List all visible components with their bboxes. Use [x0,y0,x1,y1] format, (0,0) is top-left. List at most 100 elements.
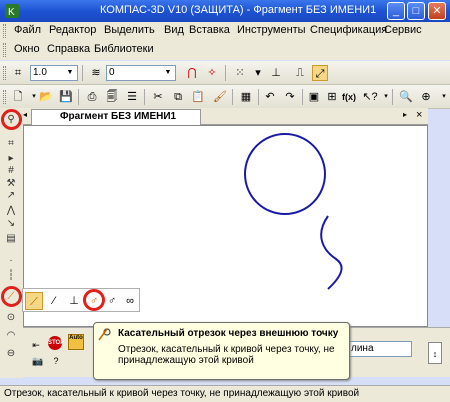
manager-icon[interactable]: ▦ [238,89,254,105]
menu-service[interactable]: Сервис [384,24,422,36]
current-state-toolbar: ⌗ 1.0 ▼ ≋ 0 ▼ ⋂ ✧ ⁙ ▾ ⊥ ⎍ ⤢ [0,61,450,85]
round-icon[interactable]: ⎍ [292,65,308,81]
aux-line-icon[interactable]: ┆ [3,268,19,284]
svg-text:K: K [8,7,15,18]
save-icon[interactable]: 💾 [58,89,74,105]
status-text: Отрезок, касательный к кривой через точк… [4,388,360,399]
step-icon[interactable]: ⌗ [10,65,26,81]
menu-view[interactable]: Вид [164,24,184,36]
preview-icon[interactable]: 🗐 [104,89,120,105]
grid-icon[interactable]: ⁙ [232,65,248,81]
separator [225,65,226,81]
menu-insert[interactable]: Вставка [189,24,230,36]
minimize-button[interactable]: _ [387,2,405,20]
snap-icon[interactable]: ✧ [204,65,220,81]
print-icon[interactable]: ⎙ [84,89,100,105]
chevron-down-icon[interactable]: ▼ [64,67,76,79]
variables-icon[interactable]: ▣ [306,89,322,105]
function-icon[interactable]: f(x) [341,89,357,105]
new-icon[interactable]: 🗋 [10,89,26,105]
tooltip-body: Отрезок, касательный к кривой через точк… [118,344,335,366]
tooltip-title: Касательный отрезок через внешнюю точку [118,328,339,339]
back-icon[interactable]: ⇤ [29,340,43,351]
chevron-down-icon[interactable]: ▼ [162,67,174,79]
zoom-in-icon[interactable]: ⊕ [418,89,434,105]
properties-icon[interactable]: ☰ [124,89,140,105]
arc-tool-icon[interactable]: ◠ [3,328,19,344]
copy-icon[interactable]: ⧉ [170,89,186,105]
circle-tool-icon[interactable]: ⊙ [3,310,19,326]
parallel-segment-icon[interactable]: ⁄ [45,292,63,310]
perpendicular-segment-icon[interactable]: ⊥ [65,292,83,310]
highlight-ring [83,289,105,311]
menu-grip-2[interactable] [3,43,6,57]
spec-icon[interactable]: ▤ [3,231,19,247]
library-icon[interactable]: ⊞ [324,89,340,105]
tab-fragment[interactable]: Фрагмент БЕЗ ИМЕНИ1 [31,109,201,125]
layer-combo[interactable]: 0 ▼ [106,65,176,81]
length-field[interactable]: лина [348,341,412,357]
tab-label: Фрагмент БЕЗ ИМЕНИ1 [60,111,177,122]
separator [144,89,145,105]
toolbar-grip[interactable] [3,90,6,104]
separator [302,89,303,105]
cut-icon[interactable]: ✂ [150,89,166,105]
bitangent-icon[interactable]: ∞ [121,292,139,310]
step-combo[interactable]: 1.0 ▼ [30,65,78,81]
redo-icon[interactable]: ↷ [282,89,298,105]
maximize-button[interactable]: □ [407,2,425,20]
chevron-down-icon[interactable]: ▾ [250,65,266,81]
highlight-ring [1,109,22,130]
toolbar-grip[interactable] [3,66,6,80]
menu-editor[interactable]: Редактор [49,24,96,36]
help-icon[interactable]: ? [49,356,63,366]
separator [258,89,259,105]
parametric-icon[interactable]: ⤢ [312,65,328,81]
menu-specification[interactable]: Спецификация [310,24,387,36]
stop-icon[interactable]: STOP [48,336,64,350]
separator [392,89,393,105]
zoom-icon[interactable]: 🔍 [398,89,414,105]
menu-tools[interactable]: Инструменты [237,24,306,36]
parametrize-icon[interactable]: ↗ [3,188,19,204]
line-subtoolbar: ⟋ ⁄ ⊥ ♂ ♂ ∞ [22,288,140,312]
paste-icon[interactable]: 📋 [190,89,206,105]
menu-libraries[interactable]: Библиотеки [94,43,154,55]
auto-icon[interactable]: Auto [68,334,84,350]
segment-icon[interactable]: ⟋ [25,292,43,310]
open-icon[interactable]: 📂 [38,89,54,105]
layer-icon[interactable]: ≋ [88,65,104,81]
app-icon[interactable]: K [4,3,20,19]
tangent-two-curves-icon[interactable]: ♂ [103,292,121,310]
separator [78,89,79,105]
menu-select[interactable]: Выделить [104,24,155,36]
menu-window[interactable]: Окно [14,43,40,55]
curve-geometry[interactable] [320,215,343,290]
document-tab-bar: ◂ Фрагмент БЕЗ ИМЕНИ1 ▸ × [23,108,428,125]
compact-panel: ⚲ ⌗ ▸ # ⚒ ↗ ⋀ ↘ ▤ · ┆ ⟋ ⊙ ◠ ⊖ [0,108,23,378]
circle-geometry[interactable] [244,133,326,215]
window-title: КОМПАС-3D V10 (ЗАЩИТА) - Фрагмент БЕЗ ИМ… [100,4,377,16]
standard-toolbar: 🗋 ▾ 📂 💾 ⎙ 🗐 ☰ ✂ ⧉ 📋 🖌 ▦ ↶ ↷ ▣ ⊞ f(x) ↖? … [0,85,450,109]
magnet-icon[interactable]: ⋂ [184,65,200,81]
undo-icon[interactable]: ↶ [262,89,278,105]
menu-grip[interactable] [3,24,6,38]
menu-file[interactable]: Файл [14,24,41,36]
help-icon[interactable]: ↖? [362,89,378,105]
camera-icon[interactable]: 📷 [31,356,45,367]
chevron-down-icon[interactable]: ▾ [436,89,450,105]
tab-scroll-left-icon[interactable]: ◂ [23,110,27,119]
close-button[interactable]: ✕ [428,2,446,20]
tab-scroll-right-icon[interactable]: ▸ [403,110,407,119]
scroll-icon[interactable]: ↕ [428,342,442,364]
menu-bar: Файл Редактор Выделить Вид Вставка Инстр… [0,22,450,60]
select-icon[interactable]: ↘ [3,216,19,232]
tab-close-icon[interactable]: × [416,109,422,121]
point-icon[interactable]: · [3,253,19,269]
ortho-icon[interactable]: ⊥ [268,65,284,81]
menu-help[interactable]: Справка [47,43,90,55]
grid-toggle-icon[interactable]: ⌗ [3,136,19,152]
step-value: 1.0 [33,67,47,78]
ellipse-tool-icon[interactable]: ⊖ [3,346,19,362]
format-icon[interactable]: 🖌 [212,89,228,105]
